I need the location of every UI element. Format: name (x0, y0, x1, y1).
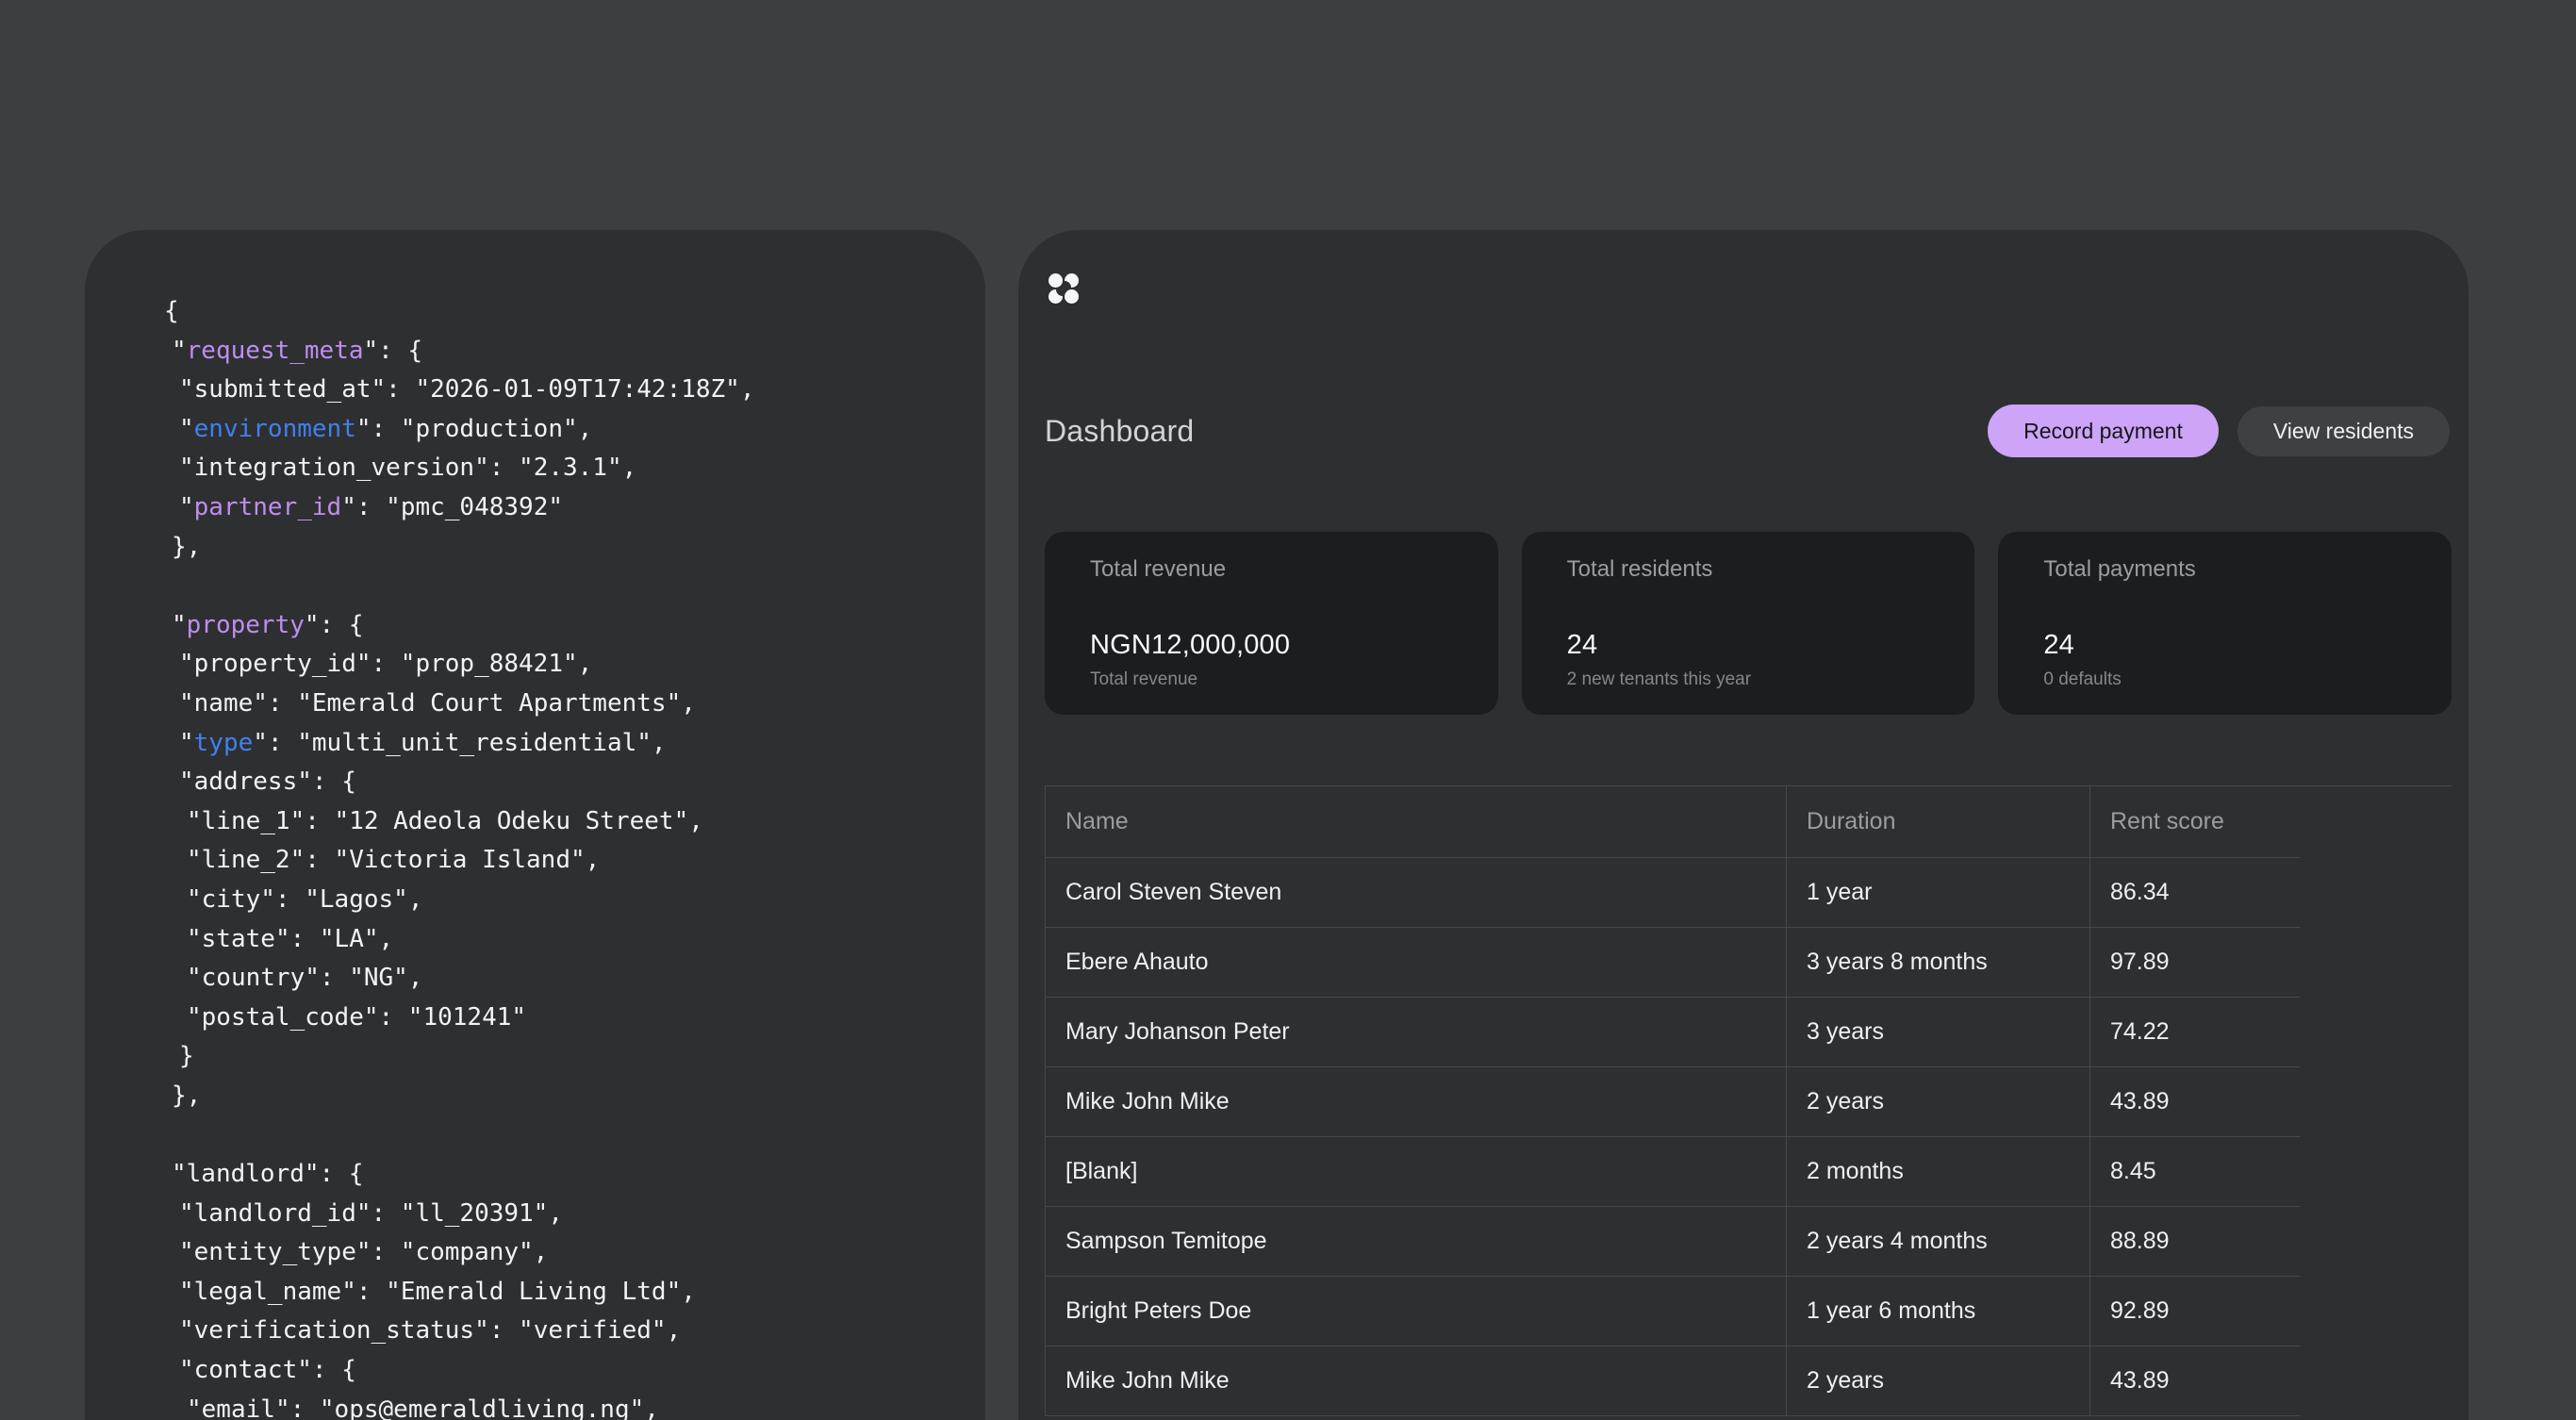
view-residents-button[interactable]: View residents (2237, 406, 2450, 456)
stat-card-subtext: Total revenue (1090, 669, 1461, 690)
table-row: Ebere Ahauto 3 years 8 months 97.89 (1046, 927, 2300, 997)
clover-dots-icon (1049, 273, 1079, 304)
json-line: "submitted_at": "2026-01-09T17:42:18Z", (164, 371, 948, 410)
table-row: [Blank] 2 months 8.45 (1046, 1136, 2300, 1206)
cell-duration: 2 years (1787, 1346, 2090, 1415)
header-actions: Record payment View residents (1988, 405, 2450, 457)
table-row: Carol Steven Steven 1 year 86.34 (1046, 857, 2300, 927)
cell-name: Mike John Mike (1046, 1346, 1787, 1415)
page-title: Dashboard (1045, 414, 1194, 449)
table-row: Sampson Temitope 2 years 4 months 88.89 (1046, 1206, 2300, 1276)
json-blank-line (164, 1115, 948, 1155)
cell-duration: 2 months (1787, 1136, 2090, 1206)
cell-duration: 1 year 6 months (1787, 1276, 2090, 1346)
dashboard-panel[interactable]: Dashboard Record payment View residents … (1018, 230, 2469, 1420)
json-line: }, (164, 1077, 948, 1116)
table-header-row: Name Duration Rent score (1046, 786, 2300, 857)
stat-card-total-payments: Total payments 24 0 defaults (1998, 532, 2452, 715)
stat-card-value: 24 (2043, 630, 2414, 661)
json-line: "request_meta": { (164, 332, 948, 372)
stat-card-total-revenue: Total revenue NGN12,000,000 Total revenu… (1045, 532, 1498, 715)
cell-name: Mary Johanson Peter (1046, 997, 1787, 1066)
cell-rent-score: 88.89 (2090, 1206, 2300, 1276)
cell-name: Sampson Temitope (1046, 1206, 1787, 1276)
json-line: "landlord_id": "ll_20391", (164, 1195, 948, 1234)
json-line: "property": { (164, 606, 948, 646)
cell-name: Ebere Ahauto (1046, 927, 1787, 997)
table-row: Bright Peters Doe 1 year 6 months 92.89 (1046, 1276, 2300, 1346)
table-row: Mike John Mike 2 years 43.89 (1046, 1346, 2300, 1415)
json-blank-line (164, 567, 948, 606)
stat-card-body: NGN12,000,000 Total revenue (1090, 630, 1461, 690)
json-line: "name": "Emerald Court Apartments", (164, 685, 948, 724)
desktop-background: {"request_meta": {"submitted_at": "2026-… (0, 0, 2576, 1420)
cell-rent-score: 8.45 (2090, 1136, 2300, 1206)
stat-card-subtext: 0 defaults (2043, 669, 2414, 690)
json-line: { (164, 292, 948, 332)
stat-card-label: Total payments (2043, 556, 2414, 583)
cell-rent-score: 74.22 (2090, 997, 2300, 1066)
cell-rent-score: 86.34 (2090, 857, 2300, 927)
cell-name: Mike John Mike (1046, 1066, 1787, 1136)
json-line: "landlord": { (164, 1155, 948, 1195)
json-line: } (164, 1037, 948, 1077)
json-line: "contact": { (164, 1351, 948, 1391)
json-line: "line_2": "Victoria Island", (164, 841, 948, 881)
column-header-duration: Duration (1787, 786, 2090, 857)
stat-card-body: 24 2 new tenants this year (1567, 630, 1938, 690)
residents-table: Name Duration Rent score Carol Steven St… (1045, 785, 2452, 1416)
cell-rent-score: 97.89 (2090, 927, 2300, 997)
json-line: "integration_version": "2.3.1", (164, 449, 948, 488)
dashboard-header: Dashboard Record payment View residents (1045, 404, 2450, 458)
stat-card-subtext: 2 new tenants this year (1567, 669, 1938, 690)
json-viewer-panel[interactable]: {"request_meta": {"submitted_at": "2026-… (85, 230, 985, 1420)
cell-rent-score: 43.89 (2090, 1346, 2300, 1415)
cell-name: [Blank] (1046, 1136, 1787, 1206)
stat-cards-row: Total revenue NGN12,000,000 Total revenu… (1045, 532, 2452, 715)
json-line: "line_1": "12 Adeola Odeku Street", (164, 802, 948, 842)
json-line: "property_id": "prop_88421", (164, 645, 948, 685)
json-line: "legal_name": "Emerald Living Ltd", (164, 1273, 948, 1313)
json-line: "postal_code": "101241" (164, 999, 948, 1038)
cell-rent-score: 43.89 (2090, 1066, 2300, 1136)
cell-duration: 3 years (1787, 997, 2090, 1066)
cell-duration: 1 year (1787, 857, 2090, 927)
json-line: "entity_type": "company", (164, 1233, 948, 1273)
json-line: "state": "LA", (164, 920, 948, 960)
json-line: "country": "NG", (164, 959, 948, 999)
table-row: Mike John Mike 2 years 43.89 (1046, 1066, 2300, 1136)
stat-card-value: NGN12,000,000 (1090, 630, 1461, 661)
stat-card-value: 24 (1567, 630, 1938, 661)
cell-duration: 2 years 4 months (1787, 1206, 2090, 1276)
json-line: "environment": "production", (164, 410, 948, 450)
cell-name: Carol Steven Steven (1046, 857, 1787, 927)
json-line: "type": "multi_unit_residential", (164, 724, 948, 764)
record-payment-button[interactable]: Record payment (1988, 405, 2219, 457)
json-line: "city": "Lagos", (164, 881, 948, 920)
cell-duration: 2 years (1787, 1066, 2090, 1136)
column-header-rent-score: Rent score (2090, 786, 2300, 857)
json-line: "partner_id": "pmc_048392" (164, 488, 948, 528)
json-code: {"request_meta": {"submitted_at": "2026-… (85, 230, 985, 1420)
json-line: }, (164, 528, 948, 568)
stat-card-total-residents: Total residents 24 2 new tenants this ye… (1522, 532, 1975, 715)
cell-name: Bright Peters Doe (1046, 1276, 1787, 1346)
table-row: Mary Johanson Peter 3 years 74.22 (1046, 997, 2300, 1066)
cell-duration: 3 years 8 months (1787, 927, 2090, 997)
stat-card-label: Total residents (1567, 556, 1938, 583)
column-header-name: Name (1046, 786, 1787, 857)
cell-rent-score: 92.89 (2090, 1276, 2300, 1346)
json-line: "address": { (164, 763, 948, 802)
stat-card-body: 24 0 defaults (2043, 630, 2414, 690)
json-line: "verification_status": "verified", (164, 1312, 948, 1351)
json-line: "email": "ops@emeraldliving.ng", (164, 1391, 948, 1420)
stat-card-label: Total revenue (1090, 556, 1461, 583)
